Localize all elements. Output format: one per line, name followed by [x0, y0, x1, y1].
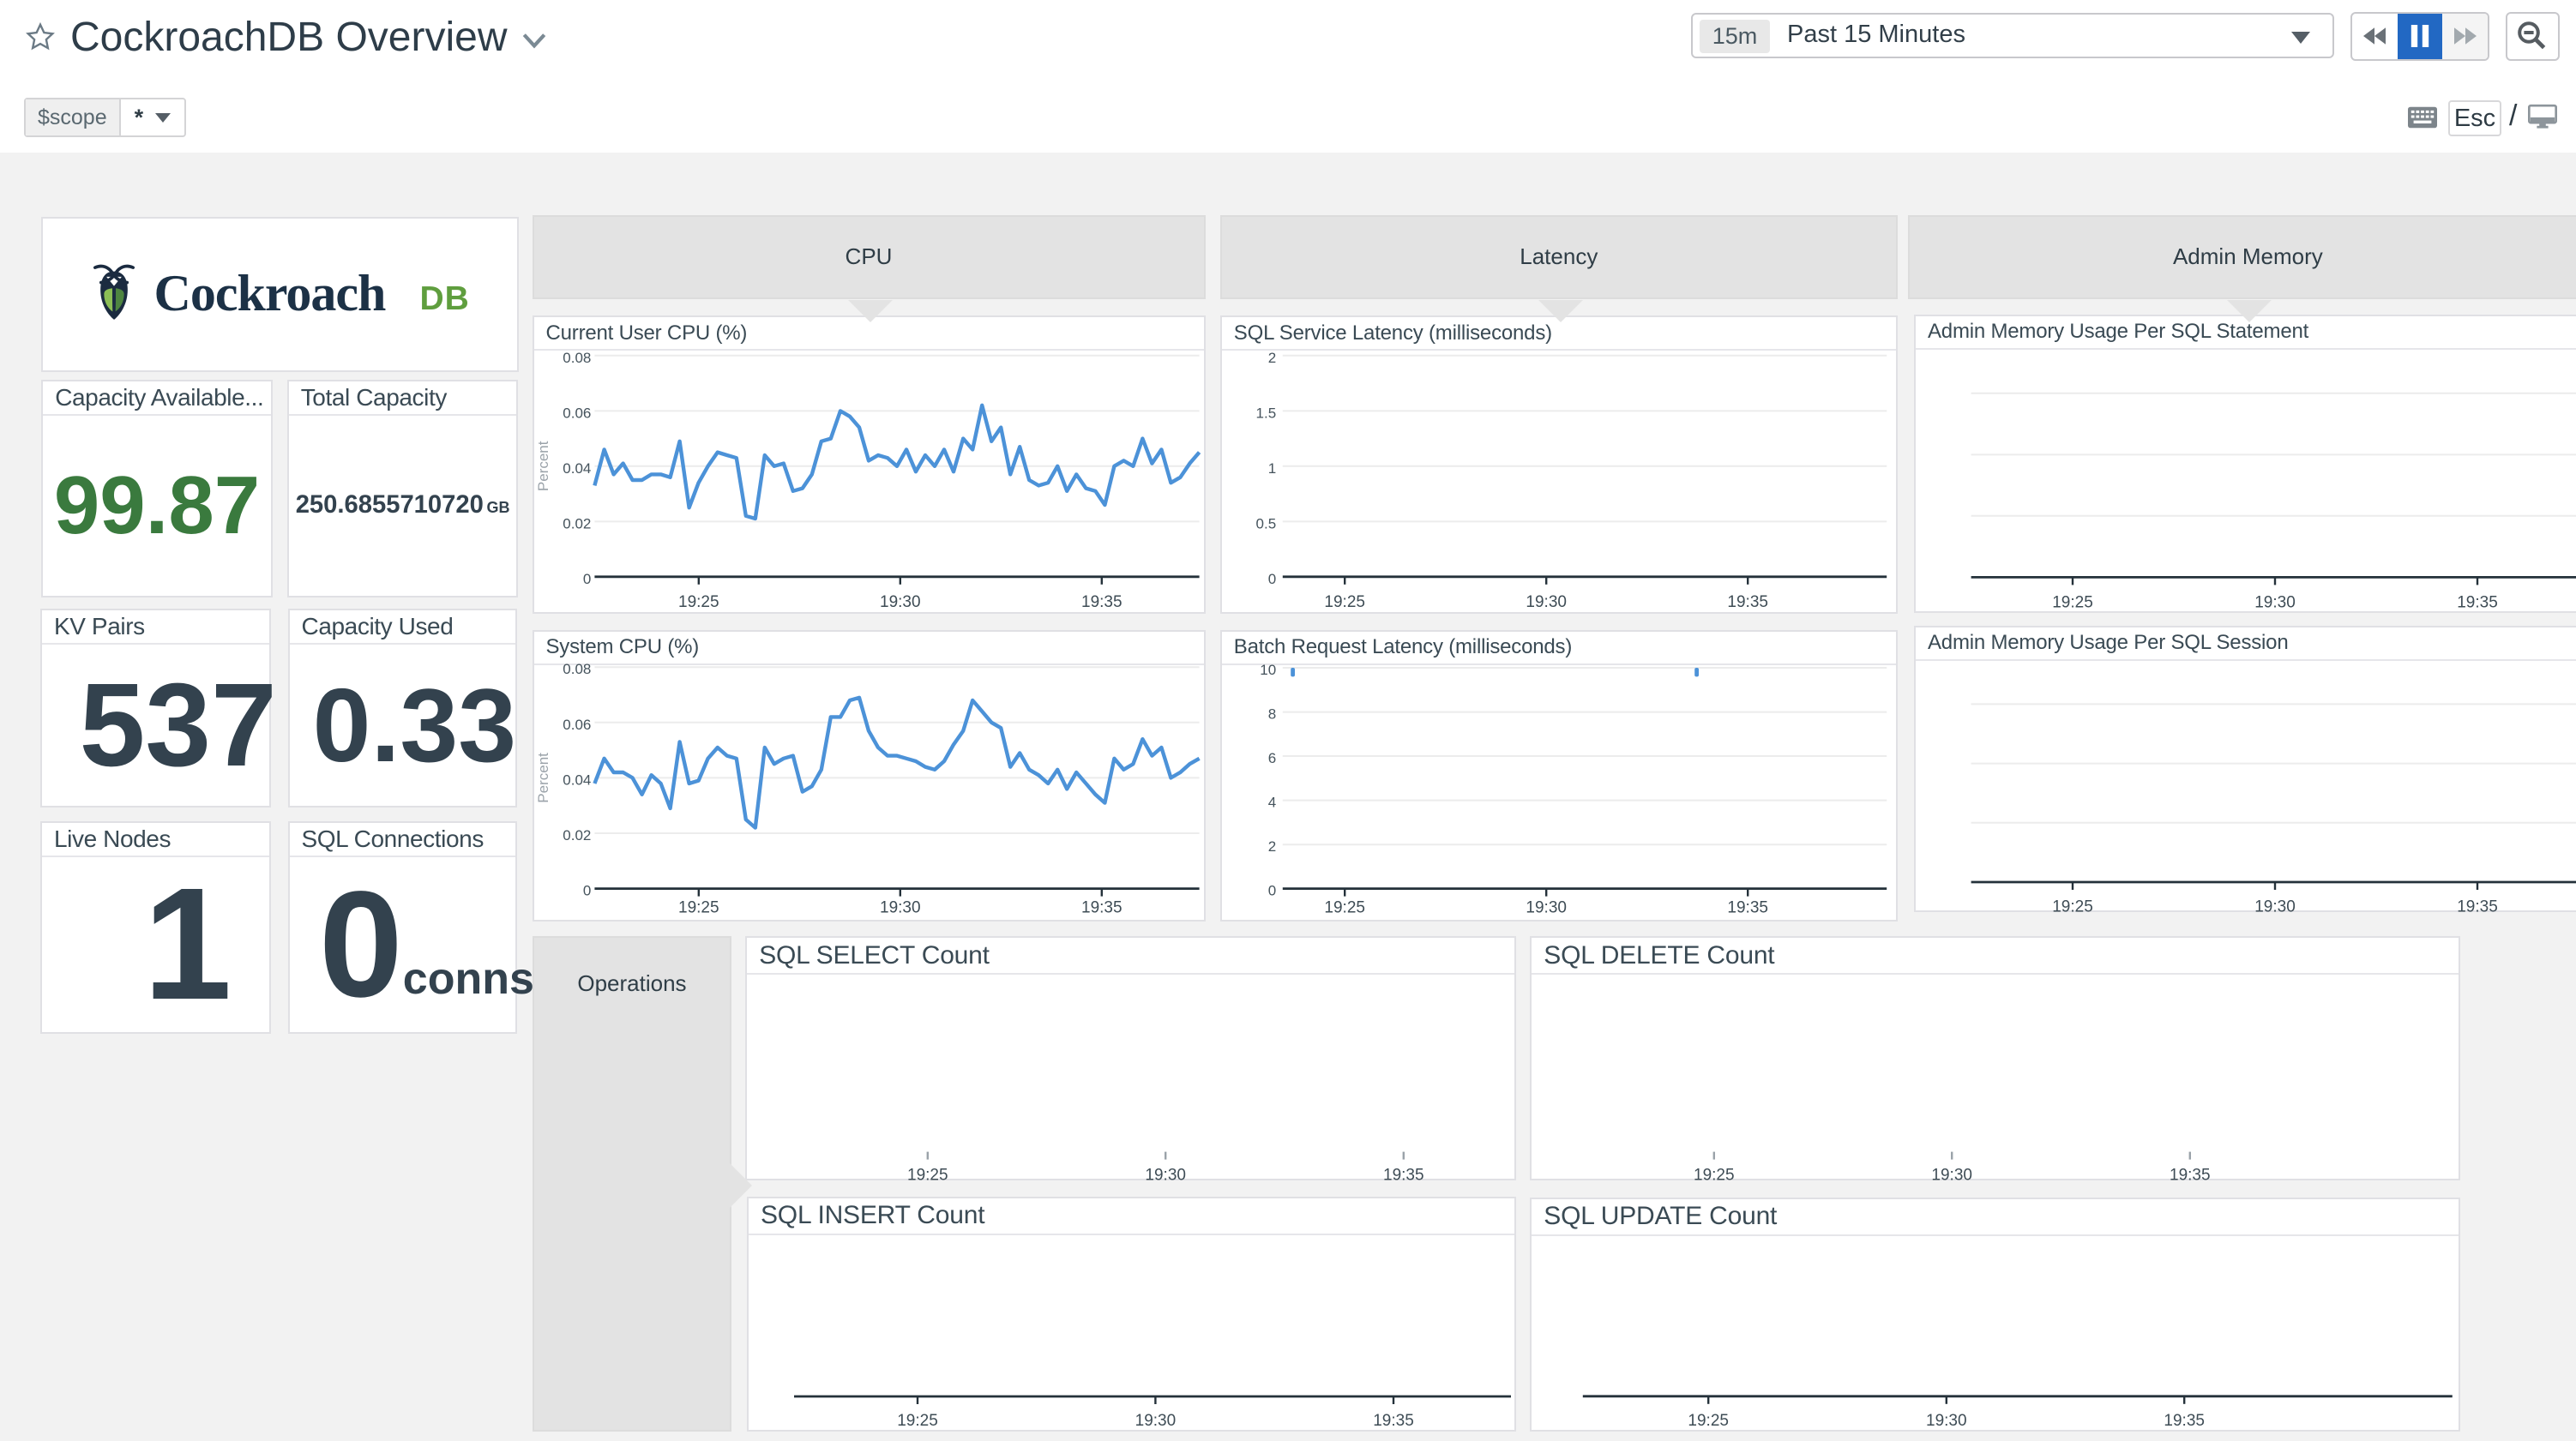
svg-text:0.08: 0.08 [563, 350, 591, 366]
svg-text:19:30: 19:30 [1135, 1412, 1177, 1430]
svg-text:19:35: 19:35 [1081, 898, 1122, 916]
svg-text:2: 2 [1268, 350, 1276, 366]
svg-text:19:25: 19:25 [1324, 898, 1365, 916]
svg-text:19:35: 19:35 [2457, 593, 2498, 611]
svg-text:19:25: 19:25 [678, 898, 719, 916]
svg-text:Percent: Percent [535, 752, 551, 802]
svg-text:19:30: 19:30 [2254, 593, 2296, 611]
svg-text:19:30: 19:30 [1926, 1412, 1967, 1430]
svg-text:0: 0 [582, 571, 590, 587]
svg-text:19:35: 19:35 [1081, 593, 1122, 611]
svg-text:19:35: 19:35 [2457, 898, 2498, 916]
svg-text:19:35: 19:35 [1383, 1167, 1424, 1185]
svg-text:0.08: 0.08 [563, 661, 591, 677]
svg-text:19:25: 19:25 [907, 1167, 948, 1185]
svg-text:4: 4 [1268, 794, 1276, 810]
svg-text:0: 0 [1268, 882, 1276, 898]
svg-text:Percent: Percent [535, 441, 551, 491]
svg-text:19:30: 19:30 [1146, 1167, 1187, 1185]
svg-text:19:25: 19:25 [2052, 898, 2093, 916]
svg-text:19:35: 19:35 [1373, 1412, 1414, 1430]
svg-text:19:35: 19:35 [1727, 593, 1768, 611]
svg-text:0: 0 [1268, 571, 1276, 587]
svg-text:8: 8 [1268, 705, 1276, 722]
svg-text:0.02: 0.02 [563, 516, 591, 532]
svg-text:19:30: 19:30 [1526, 593, 1567, 611]
svg-text:19:30: 19:30 [2254, 898, 2296, 916]
svg-text:19:30: 19:30 [1932, 1167, 1973, 1185]
svg-text:19:25: 19:25 [1688, 1412, 1730, 1430]
svg-text:19:25: 19:25 [897, 1412, 938, 1430]
svg-text:2: 2 [1268, 838, 1276, 855]
svg-text:0.06: 0.06 [563, 405, 591, 422]
svg-text:0.5: 0.5 [1255, 516, 1276, 532]
svg-text:1.5: 1.5 [1255, 405, 1276, 422]
svg-text:6: 6 [1268, 750, 1276, 766]
svg-text:19:25: 19:25 [678, 593, 719, 611]
svg-text:0.02: 0.02 [563, 827, 591, 844]
svg-text:19:25: 19:25 [1694, 1167, 1735, 1185]
svg-text:0: 0 [582, 882, 590, 898]
svg-text:0.04: 0.04 [563, 460, 591, 477]
svg-text:19:35: 19:35 [2164, 1412, 2206, 1430]
svg-text:0.06: 0.06 [563, 716, 591, 732]
svg-text:19:30: 19:30 [880, 898, 921, 916]
svg-text:10: 10 [1260, 662, 1276, 678]
svg-text:19:35: 19:35 [1727, 898, 1768, 916]
svg-text:19:35: 19:35 [2170, 1167, 2211, 1185]
svg-text:19:30: 19:30 [880, 593, 921, 611]
svg-text:19:25: 19:25 [1324, 593, 1365, 611]
svg-text:19:25: 19:25 [2052, 593, 2093, 611]
svg-text:1: 1 [1268, 460, 1276, 477]
svg-text:0.04: 0.04 [563, 772, 591, 788]
svg-text:19:30: 19:30 [1526, 898, 1567, 916]
